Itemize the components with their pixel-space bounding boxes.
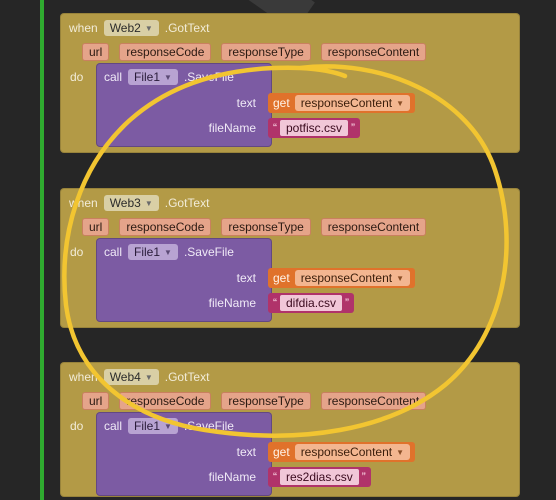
variable-dropdown[interactable]: responseContent ▼ bbox=[294, 270, 411, 286]
dropdown-caret-icon: ▼ bbox=[164, 247, 172, 257]
component-dropdown[interactable]: Web3 ▼ bbox=[103, 195, 159, 211]
get-block[interactable]: get responseContent ▼ bbox=[268, 442, 416, 462]
text-string-block[interactable]: “ potfisc.csv ” bbox=[268, 118, 361, 138]
call-keyword: call bbox=[104, 245, 123, 259]
file-component-dropdown[interactable]: File1 ▼ bbox=[128, 418, 178, 434]
close-quote-icon: ” bbox=[361, 470, 366, 484]
param-url[interactable]: url bbox=[82, 43, 110, 61]
open-quote-icon: “ bbox=[273, 121, 277, 135]
method-name: .SaveFile bbox=[183, 419, 234, 433]
call-block-savefile[interactable]: call File1 ▼ .SaveFile text fileName get … bbox=[96, 63, 416, 147]
variable-dropdown[interactable]: responseContent ▼ bbox=[294, 95, 411, 111]
do-keyword: do bbox=[70, 70, 84, 84]
call-header: call File1 ▼ .SaveFile bbox=[104, 418, 234, 434]
file-component-name: File1 bbox=[134, 70, 161, 84]
get-block[interactable]: get responseContent ▼ bbox=[268, 268, 416, 288]
call-block-savefile[interactable]: call File1 ▼ .SaveFile text fileName get … bbox=[96, 412, 416, 496]
component-dropdown[interactable]: Web2 ▼ bbox=[103, 20, 159, 36]
dropdown-caret-icon: ▼ bbox=[396, 273, 405, 283]
workspace-margin-line bbox=[40, 0, 44, 500]
call-header: call File1 ▼ .SaveFile bbox=[104, 69, 234, 85]
file-component-name: File1 bbox=[134, 245, 161, 259]
get-keyword: get bbox=[273, 96, 290, 110]
dropdown-caret-icon: ▼ bbox=[144, 23, 153, 33]
dropdown-caret-icon: ▼ bbox=[144, 198, 153, 208]
method-name: .SaveFile bbox=[183, 245, 234, 259]
open-quote-icon: “ bbox=[273, 296, 277, 310]
component-name: Web2 bbox=[109, 21, 141, 35]
text-string-block[interactable]: “ res2dias.csv ” bbox=[268, 467, 371, 487]
filename-arg-label: fileName bbox=[208, 296, 256, 310]
param-responseCode[interactable]: responseCode bbox=[119, 392, 212, 410]
filename-value[interactable]: difdia.csv bbox=[280, 295, 343, 311]
param-responseType[interactable]: responseType bbox=[221, 392, 311, 410]
do-keyword: do bbox=[70, 245, 84, 259]
call-keyword: call bbox=[104, 419, 123, 433]
event-name: .GotText bbox=[164, 21, 210, 35]
param-responseCode[interactable]: responseCode bbox=[119, 218, 212, 236]
event-name: .GotText bbox=[164, 370, 210, 384]
event-block-web2-gottext[interactable]: when Web2 ▼ .GotText url responseCode res… bbox=[60, 13, 520, 153]
file-component-name: File1 bbox=[134, 419, 161, 433]
text-string-block[interactable]: “ difdia.csv ” bbox=[268, 293, 355, 313]
file-component-dropdown[interactable]: File1 ▼ bbox=[128, 244, 178, 260]
call-header: call File1 ▼ .SaveFile bbox=[104, 244, 234, 260]
component-dropdown[interactable]: Web4 ▼ bbox=[103, 369, 159, 385]
param-responseType[interactable]: responseType bbox=[221, 43, 311, 61]
component-name: Web4 bbox=[109, 370, 141, 384]
param-responseContent[interactable]: responseContent bbox=[320, 218, 427, 236]
param-responseContent[interactable]: responseContent bbox=[320, 392, 427, 410]
close-quote-icon: ” bbox=[345, 296, 350, 310]
close-quote-icon: ” bbox=[351, 121, 356, 135]
event-block-web4-gottext[interactable]: when Web4 ▼ .GotText url responseCode res… bbox=[60, 362, 520, 497]
event-params: url responseCode responseType responseCo… bbox=[82, 43, 427, 61]
when-keyword: when bbox=[69, 370, 98, 384]
get-keyword: get bbox=[273, 445, 290, 459]
file-component-dropdown[interactable]: File1 ▼ bbox=[128, 69, 178, 85]
param-url[interactable]: url bbox=[82, 218, 110, 236]
param-responseContent[interactable]: responseContent bbox=[320, 43, 427, 61]
param-responseCode[interactable]: responseCode bbox=[119, 43, 212, 61]
text-arg-label: text bbox=[236, 271, 256, 285]
call-keyword: call bbox=[104, 70, 123, 84]
text-arg-label: text bbox=[236, 96, 256, 110]
when-keyword: when bbox=[69, 21, 98, 35]
filename-arg-label: fileName bbox=[208, 470, 256, 484]
when-keyword: when bbox=[69, 196, 98, 210]
get-block[interactable]: get responseContent ▼ bbox=[268, 93, 416, 113]
event-header: when Web3 ▼ .GotText bbox=[69, 195, 209, 211]
variable-dropdown[interactable]: responseContent ▼ bbox=[294, 444, 411, 460]
dropdown-caret-icon: ▼ bbox=[144, 372, 153, 382]
dropdown-caret-icon: ▼ bbox=[396, 447, 405, 457]
filename-value[interactable]: potfisc.csv bbox=[280, 120, 349, 136]
variable-name: responseContent bbox=[300, 445, 393, 459]
dropdown-caret-icon: ▼ bbox=[164, 72, 172, 82]
variable-name: responseContent bbox=[300, 271, 393, 285]
component-name: Web3 bbox=[109, 196, 141, 210]
blocks-workspace[interactable]: when Web2 ▼ .GotText url responseCode res… bbox=[0, 0, 556, 500]
event-header: when Web4 ▼ .GotText bbox=[69, 369, 209, 385]
event-block-web3-gottext[interactable]: when Web3 ▼ .GotText url responseCode res… bbox=[60, 188, 520, 328]
call-block-savefile[interactable]: call File1 ▼ .SaveFile text fileName get … bbox=[96, 238, 416, 322]
event-header: when Web2 ▼ .GotText bbox=[69, 20, 209, 36]
param-responseType[interactable]: responseType bbox=[221, 218, 311, 236]
event-params: url responseCode responseType responseCo… bbox=[82, 392, 427, 410]
text-arg-label: text bbox=[236, 445, 256, 459]
variable-name: responseContent bbox=[300, 96, 393, 110]
event-name: .GotText bbox=[164, 196, 210, 210]
do-keyword: do bbox=[70, 419, 84, 433]
get-keyword: get bbox=[273, 271, 290, 285]
filename-arg-label: fileName bbox=[208, 121, 256, 135]
dropdown-caret-icon: ▼ bbox=[164, 421, 172, 431]
open-quote-icon: “ bbox=[273, 470, 277, 484]
dropdown-caret-icon: ▼ bbox=[396, 98, 405, 108]
filename-value[interactable]: res2dias.csv bbox=[280, 469, 359, 485]
param-url[interactable]: url bbox=[82, 392, 110, 410]
event-params: url responseCode responseType responseCo… bbox=[82, 218, 427, 236]
method-name: .SaveFile bbox=[183, 70, 234, 84]
